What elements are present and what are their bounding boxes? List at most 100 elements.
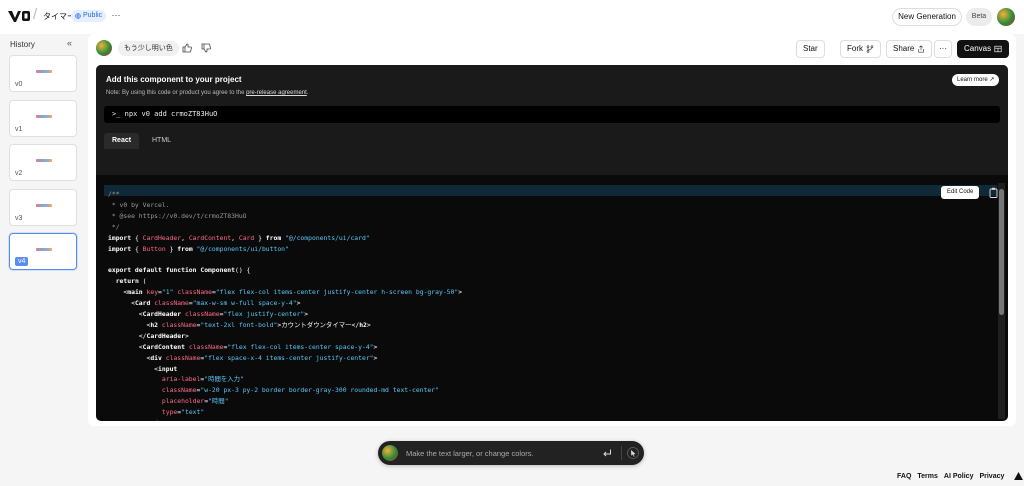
version-preview [36,248,52,251]
code-token: ( [138,277,147,286]
tab-html[interactable]: HTML [144,133,179,149]
history-version-v2[interactable]: v2 [9,144,77,181]
thumbs-up-icon[interactable] [182,43,192,53]
tab-react[interactable]: React [104,133,140,149]
code-token: export default function [108,266,197,275]
code-token: CardHeader [142,233,182,242]
top-bar: / タイマー Public ··· New Generation Beta [0,0,1024,34]
more-options-button[interactable]: ··· [934,40,952,58]
thumbs-down-icon[interactable] [201,43,211,53]
history-version-v0[interactable]: v0 [9,55,77,92]
code-token: < [108,353,151,362]
code-token: import [108,233,132,242]
footer-link-terms[interactable]: Terms [917,473,938,480]
code-line: * @see https://v0.dev/t/crmoZT83HuO [108,211,988,222]
code-editor[interactable]: /** * v0 by Vercel. * @see https://v0.de… [108,189,988,421]
code-token: > [373,353,378,362]
enter-icon[interactable] [602,448,612,458]
code-token: "時間を入力" [204,375,244,384]
edit-code-button[interactable]: Edit Code [941,186,980,199]
code-token: from [265,233,282,242]
install-command[interactable]: >_ npx v0 add crmoZT83HuO [104,106,1000,123]
version-label: v0 [15,81,23,88]
code-line: <main key="1" className="flex flex-col i… [108,287,988,298]
code-token: > [373,342,378,351]
code-token: "flex space-x-4 items-center justify-cen… [204,353,374,362]
code-line: aria-label="時間を入力" [108,374,988,385]
note-suffix: . [306,90,309,96]
fork-button[interactable]: Fork [840,40,881,58]
share-label: Share [893,44,915,53]
code-token: className [161,320,197,329]
canvas-button[interactable]: Canvas [957,40,1010,58]
code-line: className="w-20 px-3 py-2 border border-… [108,385,988,396]
code-scrollbar-thumb[interactable] [999,189,1004,315]
code-token: * v0 by Vercel. [108,200,170,209]
code-token: className [184,309,220,318]
vercel-triangle-icon[interactable] [1014,472,1024,480]
version-preview [36,159,52,162]
code-line: <div className="flex space-x-4 items-cen… [108,353,988,364]
code-token: input [158,364,178,373]
version-label: v4 [15,257,29,266]
project-more-button[interactable]: ··· [109,9,123,23]
code-token: */ [108,222,120,231]
version-preview [36,70,52,73]
code-token: "時間" [208,397,229,406]
code-token: "max-w-sm w-full space-y-4" [192,299,297,308]
code-token: < [108,364,159,373]
code-panel: Add this component to your project Note:… [96,65,1008,421]
cursor-select-icon[interactable] [627,447,639,459]
message-prompt-chip[interactable]: もう少し明い色 [118,41,179,56]
code-line: return ( [108,276,988,287]
history-version-v4[interactable]: v4 [9,233,77,270]
fork-label: Fork [847,44,863,53]
visibility-badge[interactable]: Public [71,10,107,22]
new-generation-button[interactable]: New Generation [892,8,962,26]
history-version-v1[interactable]: v1 [9,100,77,137]
learn-more-button[interactable]: Learn more ↗ [952,74,1000,86]
code-line: import { CardHeader, CardContent, Card }… [108,233,988,244]
code-token: Component [200,266,235,275]
code-token: Card [134,299,151,308]
command-text: npx v0 add crmoZT83HuO [124,110,218,118]
code-token: "text-2xl font-bold" [200,320,278,329]
code-token: * @see https://v0.dev/t/crmoZT83HuO [108,211,247,220]
code-token: placeholder [161,397,205,406]
code-line: <CardHeader className="flex justify-cent… [108,309,988,320]
code-token: } [165,244,178,253]
star-label: Star [803,44,818,53]
code-token: < [108,309,143,318]
v0-logo-icon[interactable] [7,9,31,23]
code-token: Card [238,233,255,242]
code-token: >カウントダウンタイマー</ [277,320,360,329]
footer-link-ai-policy[interactable]: AI Policy [944,473,974,480]
code-token: "flex justify-center" [223,309,305,318]
collapse-sidebar-icon[interactable]: « [67,38,72,48]
pre-release-agreement-link[interactable]: pre-release agreement [246,90,307,96]
code-line: type="text" [108,407,988,418]
code-token: { [131,233,143,242]
code-token: > [296,299,301,308]
footer-link-faq[interactable]: FAQ [897,473,911,480]
prompt-input[interactable] [406,446,586,460]
code-token: , [181,233,189,242]
share-button[interactable]: Share [886,40,933,58]
note-prefix: Note: By using this code or product you … [106,90,247,96]
panel-layout-icon [994,45,1002,53]
copy-icon[interactable] [989,187,998,198]
visibility-label: Public [83,12,103,19]
main-panel: もう少し明い色 Star Fork Share ··· Canvas Add t… [88,34,1016,426]
footer-link-privacy[interactable]: Privacy [979,473,1004,480]
code-token: < [108,342,143,351]
beta-badge[interactable]: Beta [966,8,992,26]
user-avatar[interactable] [997,8,1015,26]
history-version-v3[interactable]: v3 [9,189,77,226]
star-button[interactable]: Star [796,40,825,58]
version-label: v3 [15,215,23,222]
code-token: < [108,299,135,308]
